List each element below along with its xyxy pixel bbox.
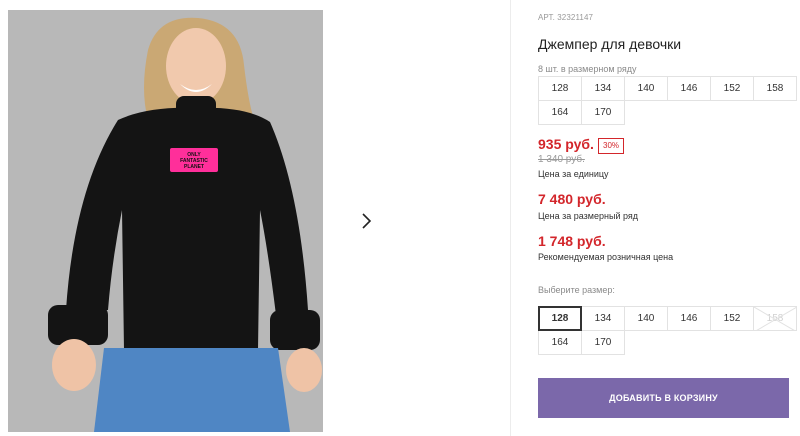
product-photo[interactable]: ONLY FANTASTIC PLANET: [8, 10, 323, 432]
size-option-128[interactable]: 128: [538, 306, 582, 331]
retail-price: 1 748 руб.: [538, 233, 606, 249]
pack-price: 7 480 руб.: [538, 191, 606, 207]
unavailable-cross-icon: [754, 307, 796, 330]
unit-price-label: Цена за единицу: [538, 169, 609, 179]
pack-note: 8 шт. в размерном ряду: [538, 64, 637, 74]
size-option-146[interactable]: 146: [667, 306, 711, 331]
pack-size-cell: 170: [581, 100, 625, 125]
unit-price: 935 руб.: [538, 136, 594, 152]
article-number: АРТ. 32321147: [538, 13, 594, 22]
pack-size-cell: 158: [753, 76, 797, 101]
size-option-134[interactable]: 134: [581, 306, 625, 331]
size-option-140[interactable]: 140: [624, 306, 668, 331]
size-option-170[interactable]: 170: [581, 330, 625, 355]
size-picker: 128 134 140 146 152 158 164 170: [538, 306, 797, 355]
next-image-button[interactable]: [347, 202, 386, 240]
discount-badge: 30%: [598, 138, 625, 154]
pack-sizes-grid: 128 134 140 146 152 158 164 170: [538, 76, 797, 125]
product-gallery: ONLY FANTASTIC PLANET: [0, 0, 510, 436]
pack-size-cell: 146: [667, 76, 711, 101]
pack-size-cell: 152: [710, 76, 754, 101]
size-option-164[interactable]: 164: [538, 330, 582, 355]
pack-size-cell: 140: [624, 76, 668, 101]
add-to-cart-button[interactable]: ДОБАВИТЬ В КОРЗИНУ: [538, 378, 789, 418]
size-option-158-unavailable: 158: [753, 306, 797, 331]
pack-size-cell: 128: [538, 76, 582, 101]
pack-size-cell: 134: [581, 76, 625, 101]
size-picker-label: Выберите размер:: [538, 285, 615, 295]
patch-line-3: PLANET: [184, 164, 204, 170]
pack-price-label: Цена за размерный ряд: [538, 211, 639, 221]
product-image: ONLY FANTASTIC PLANET: [8, 10, 323, 432]
old-price: 1 340 руб.: [538, 154, 585, 165]
pack-size-cell: 164: [538, 100, 582, 125]
size-option-152[interactable]: 152: [710, 306, 754, 331]
chevron-right-icon: [361, 213, 371, 229]
column-divider: [510, 0, 511, 436]
product-title: Джемпер для девочки: [538, 36, 682, 52]
retail-price-label: Рекомендуемая розничная цена: [538, 252, 674, 262]
